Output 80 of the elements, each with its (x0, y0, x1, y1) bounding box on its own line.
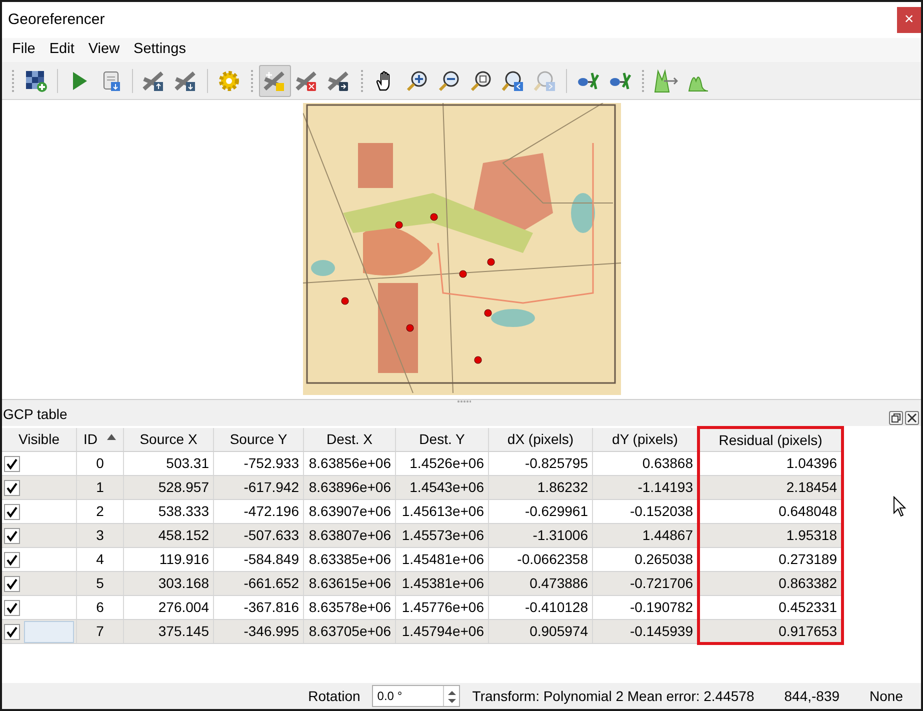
histogram-icon (654, 68, 678, 92)
rotation-spinbox[interactable]: 0.0 ° (372, 685, 460, 707)
column-header[interactable]: Dest. Y (396, 428, 488, 452)
menu-item[interactable]: Edit (42, 39, 82, 61)
column-header[interactable]: Source Y (214, 428, 304, 452)
gear-icon (217, 68, 241, 92)
table-cell: 8.63807e+06 (304, 524, 396, 548)
cell-focus[interactable] (24, 620, 74, 643)
table-cell: 8.63896e+06 (304, 476, 396, 500)
checkbox[interactable] (4, 528, 20, 544)
menu-item[interactable]: Settings (126, 39, 193, 61)
table-cell: 1.45794e+06 (396, 620, 488, 644)
move-point-icon (327, 68, 351, 92)
table-cell: 1.86232 (488, 476, 592, 500)
table-cell: 0.473886 (488, 572, 592, 596)
table-cell: 2.18454 (698, 476, 842, 500)
checkbox[interactable] (4, 576, 20, 592)
window-title: Georeferencer (8, 10, 105, 30)
zoom-out-icon (437, 68, 461, 92)
checkbox[interactable] (4, 504, 20, 520)
close-button[interactable] (905, 411, 919, 425)
table-cell: -1.31006 (488, 524, 592, 548)
column-header[interactable]: dX (pixels) (488, 428, 592, 452)
close-button[interactable]: × (897, 7, 921, 33)
column-header[interactable]: Visible (2, 428, 76, 452)
menu-item[interactable]: File (5, 39, 42, 61)
splitter-handle[interactable] (457, 400, 471, 403)
coordinates-text: 844,-839 (784, 686, 840, 706)
crs-text: None (870, 686, 903, 706)
table-cell: -661.652 (214, 572, 304, 596)
table-cell: 3 (76, 524, 124, 548)
table-cell: 7 (76, 620, 124, 644)
table-cell: 0.863382 (698, 572, 842, 596)
table-cell: 5 (76, 572, 124, 596)
table-cell: -0.145939 (592, 620, 698, 644)
table-cell: 458.152 (124, 524, 214, 548)
menu-item[interactable]: View (81, 39, 127, 61)
points-down-icon (174, 68, 198, 92)
table-cell: 8.63705e+06 (304, 620, 396, 644)
column-header[interactable]: Source X (124, 428, 214, 452)
table-cell: 8.63615e+06 (304, 572, 396, 596)
checkbox[interactable] (4, 624, 20, 640)
table-cell: 1.95318 (698, 524, 842, 548)
table-cell: 1.45381e+06 (396, 572, 488, 596)
magnifier-icon (469, 68, 493, 92)
cursor-icon (893, 496, 907, 518)
table-cell: 528.957 (124, 476, 214, 500)
rotation-label: Rotation (308, 686, 360, 706)
float-button[interactable] (889, 411, 903, 425)
table-cell: -617.942 (214, 476, 304, 500)
table-cell: 1 (76, 476, 124, 500)
dock-title: GCP table (3, 405, 68, 424)
transform-status: Transform: Polynomial 2 Mean error: 2.44578 (472, 686, 754, 706)
column-header[interactable]: dY (pixels) (592, 428, 698, 452)
add-point-tool-button[interactable] (259, 64, 291, 96)
table-cell: -1.14193 (592, 476, 698, 500)
table-cell: 0.917653 (698, 620, 842, 644)
table-cell: -0.721706 (592, 572, 698, 596)
column-header[interactable]: ID (76, 428, 124, 452)
table-cell: -346.995 (214, 620, 304, 644)
checkbox[interactable] (4, 600, 20, 616)
table-cell: 0.905974 (488, 620, 592, 644)
checkbox[interactable] (4, 480, 20, 496)
checkbox[interactable] (4, 456, 20, 472)
points-up-icon (142, 68, 166, 92)
table-cell: 375.145 (124, 620, 214, 644)
grid-plus-icon (24, 68, 48, 92)
table-cell: 1.4543e+06 (396, 476, 488, 500)
table-cell: 1.44867 (592, 524, 698, 548)
column-header[interactable]: Residual (pixels) (698, 428, 842, 452)
zoom-in-icon (405, 68, 429, 92)
column-header[interactable]: Dest. X (304, 428, 396, 452)
add-point-icon (263, 68, 287, 92)
table-cell: -507.633 (214, 524, 304, 548)
zoom-back-icon (501, 68, 525, 92)
table-cell: 1.45573e+06 (396, 524, 488, 548)
delete-point-icon (295, 68, 319, 92)
table-cell: 303.168 (124, 572, 214, 596)
zoom-forward-icon (533, 68, 557, 92)
checkbox[interactable] (4, 552, 20, 568)
